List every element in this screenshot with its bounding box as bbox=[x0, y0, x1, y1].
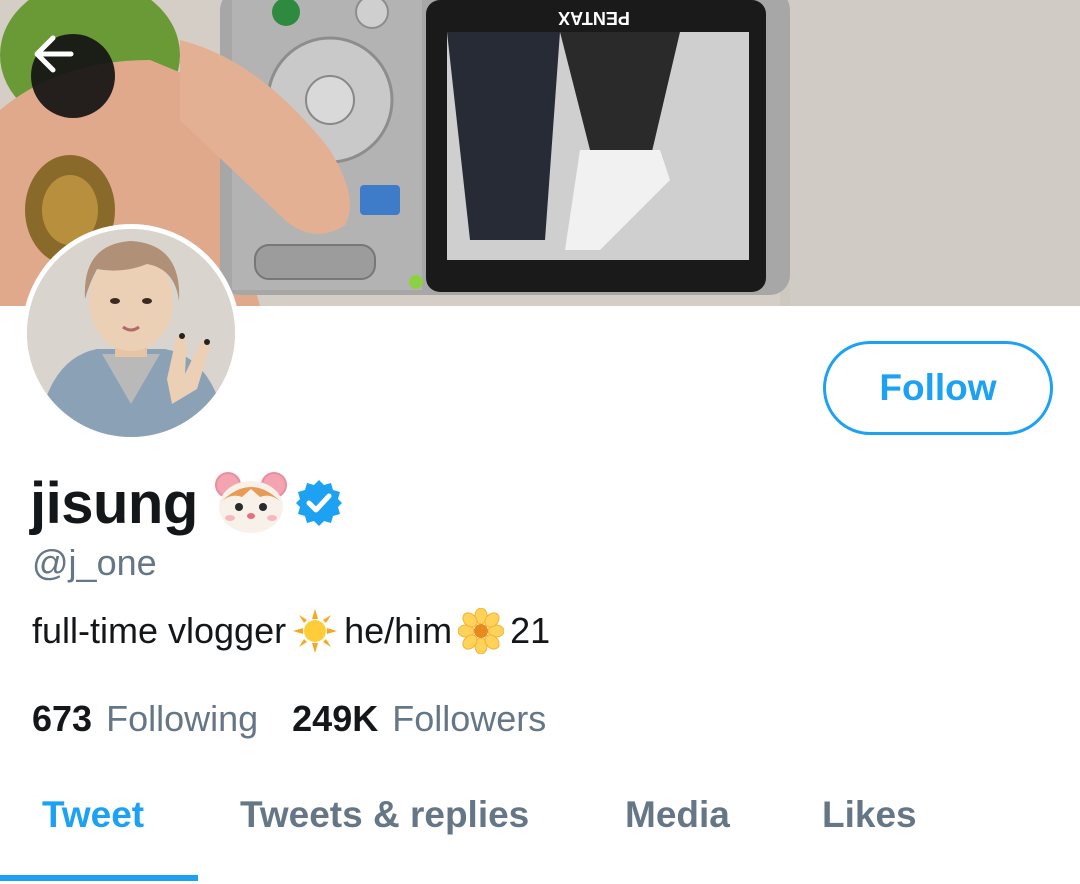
verified-badge-icon bbox=[295, 480, 342, 526]
sun-icon bbox=[293, 609, 338, 653]
followers-label: Followers bbox=[392, 698, 547, 739]
followers-count: 249K bbox=[292, 698, 379, 739]
followers-link[interactable]: 249K Followers bbox=[292, 698, 546, 740]
tab-tweets-replies[interactable]: Tweets & replies bbox=[240, 794, 529, 836]
profile-stats: 673 Following 249K Followers bbox=[32, 698, 546, 740]
avatar-image bbox=[27, 229, 235, 437]
follow-button[interactable]: Follow bbox=[823, 341, 1053, 435]
bio-text-1: full-time vlogger bbox=[32, 610, 287, 651]
profile-handle: @j_one bbox=[32, 542, 157, 583]
display-name: jisung bbox=[30, 470, 198, 536]
arrow-left-icon bbox=[34, 35, 74, 73]
tab-media[interactable]: Media bbox=[625, 794, 730, 836]
svg-text:PENTAX: PENTAX bbox=[558, 8, 630, 28]
active-tab-indicator bbox=[0, 875, 198, 881]
profile-avatar[interactable] bbox=[22, 224, 240, 442]
profile-bio: full-time vlogger he/him 21 bbox=[32, 608, 550, 654]
profile-tabs: Tweet Tweets & replies Media Likes bbox=[0, 780, 1080, 884]
name-row: jisung bbox=[30, 466, 344, 540]
blossom-icon bbox=[458, 608, 505, 654]
following-count: 673 bbox=[32, 698, 93, 739]
back-button[interactable] bbox=[31, 34, 115, 118]
following-label: Following bbox=[106, 698, 259, 739]
following-link[interactable]: 673 Following bbox=[32, 698, 258, 740]
hamster-face-icon bbox=[214, 472, 287, 533]
tab-likes[interactable]: Likes bbox=[822, 794, 917, 836]
tab-tweet[interactable]: Tweet bbox=[42, 794, 144, 836]
bio-text-3: 21 bbox=[510, 610, 551, 651]
bio-text-2: he/him bbox=[344, 610, 453, 651]
